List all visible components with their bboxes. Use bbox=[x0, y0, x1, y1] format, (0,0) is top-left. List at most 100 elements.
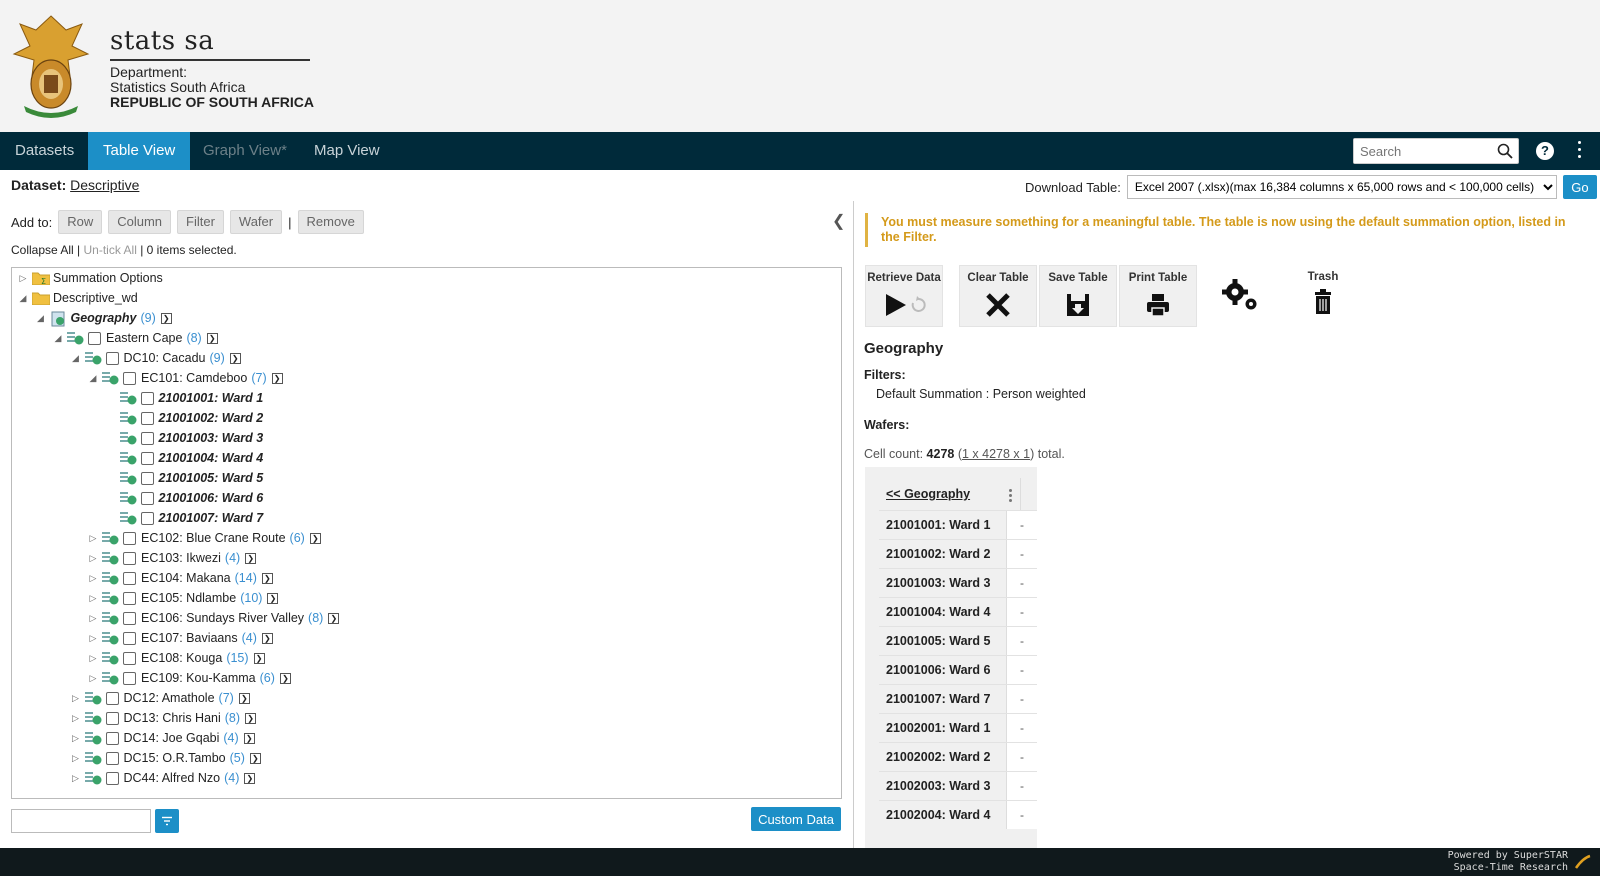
collapse-all-link[interactable]: Collapse All bbox=[11, 243, 74, 257]
add-column-button[interactable]: Column bbox=[108, 210, 172, 234]
help-icon[interactable]: ? bbox=[1536, 142, 1554, 160]
row-header-label[interactable]: << Geography bbox=[879, 487, 970, 501]
row-label[interactable]: 21002004: Ward 4 bbox=[879, 801, 1007, 829]
tree-node[interactable]: ▷ DC15: O.R.Tambo (5) ❯ bbox=[70, 748, 261, 768]
row-label[interactable]: 21001001: Ward 1 bbox=[879, 511, 1007, 539]
cell-count-dims[interactable]: 1 x 4278 x 1 bbox=[962, 447, 1030, 461]
settings-gears-icon[interactable] bbox=[1220, 277, 1262, 316]
expand-triangle-icon[interactable]: ▷ bbox=[87, 673, 99, 684]
collapse-triangle-icon[interactable]: ◢ bbox=[87, 373, 99, 384]
expand-triangle-icon[interactable]: ▷ bbox=[70, 713, 82, 724]
tree-checkbox[interactable] bbox=[123, 571, 136, 585]
row-label[interactable]: 21002002: Ward 2 bbox=[879, 743, 1007, 771]
expand-triangle-icon[interactable]: ▷ bbox=[70, 753, 82, 764]
search-input[interactable] bbox=[1354, 139, 1484, 163]
expand-details-icon[interactable]: ❯ bbox=[328, 612, 340, 624]
expand-details-icon[interactable]: ❯ bbox=[267, 592, 279, 604]
tree-node[interactable]: 21001006: Ward 6 bbox=[105, 488, 263, 508]
expand-triangle-icon[interactable]: ▷ bbox=[87, 613, 99, 624]
tree-node[interactable]: ▷ EC107: Baviaans (4) ❯ bbox=[87, 628, 273, 648]
tree-checkbox[interactable] bbox=[140, 451, 154, 465]
expand-details-icon[interactable]: ❯ bbox=[249, 752, 261, 764]
tab-table-view[interactable]: Table View bbox=[88, 132, 191, 170]
retrieve-data-button[interactable]: Retrieve Data bbox=[865, 265, 943, 327]
tree-checkbox[interactable] bbox=[123, 371, 136, 385]
tree-node[interactable]: ▷ EC109: Kou-Kamma (6) ❯ bbox=[87, 668, 291, 688]
tree-checkbox[interactable] bbox=[140, 391, 154, 405]
clear-table-button[interactable]: Clear Table bbox=[959, 265, 1037, 327]
remove-button[interactable]: Remove bbox=[297, 210, 364, 234]
add-filter-button[interactable]: Filter bbox=[177, 210, 224, 234]
tree-node[interactable]: 21001005: Ward 5 bbox=[105, 468, 263, 488]
tree-filter-input[interactable] bbox=[11, 809, 151, 833]
tree-node[interactable]: ▷ EC104: Makana (14) ❯ bbox=[87, 568, 273, 588]
tree-checkbox[interactable] bbox=[123, 631, 136, 645]
download-format-select[interactable]: Excel 2007 (.xlsx)(max 16,384 columns x … bbox=[1126, 175, 1557, 199]
add-row-button[interactable]: Row bbox=[58, 210, 103, 234]
expand-triangle-icon[interactable]: ▷ bbox=[87, 553, 99, 564]
tree-node[interactable]: 21001003: Ward 3 bbox=[105, 428, 263, 448]
collapse-triangle-icon[interactable]: ◢ bbox=[17, 293, 29, 304]
go-button[interactable]: Go bbox=[1562, 175, 1597, 199]
filter-icon[interactable] bbox=[155, 809, 179, 833]
row-label[interactable]: 21001004: Ward 4 bbox=[879, 598, 1007, 626]
tree-node[interactable]: ▷ Σ Summation Options bbox=[17, 268, 163, 288]
dataset-name-link[interactable]: Descriptive bbox=[70, 177, 139, 193]
expand-triangle-icon[interactable]: ▷ bbox=[70, 693, 82, 704]
collapse-triangle-icon[interactable]: ◢ bbox=[52, 333, 64, 344]
tree-checkbox[interactable] bbox=[123, 671, 136, 685]
tree-node[interactable]: ▷ DC44: Alfred Nzo (4) ❯ bbox=[70, 768, 256, 788]
save-table-button[interactable]: Save Table bbox=[1039, 265, 1117, 327]
tree-checkbox[interactable] bbox=[123, 651, 136, 665]
custom-data-button[interactable]: Custom Data bbox=[751, 807, 841, 831]
tree-node[interactable]: ◢ DC10: Cacadu (9) ❯ bbox=[70, 348, 241, 368]
collapse-triangle-icon[interactable]: ◢ bbox=[35, 313, 47, 324]
tree-node[interactable]: ▷ EC102: Blue Crane Route (6) ❯ bbox=[87, 528, 321, 548]
expand-triangle-icon[interactable]: ▷ bbox=[87, 533, 99, 544]
expand-details-icon[interactable]: ❯ bbox=[261, 572, 273, 584]
tab-map-view[interactable]: Map View bbox=[299, 132, 395, 170]
tab-datasets[interactable]: Datasets bbox=[0, 132, 89, 170]
expand-details-icon[interactable]: ❯ bbox=[245, 712, 257, 724]
tree-node[interactable]: ▷ EC105: Ndlambe (10) ❯ bbox=[87, 588, 279, 608]
expand-triangle-icon[interactable]: ▷ bbox=[70, 773, 82, 784]
expand-triangle-icon[interactable]: ▷ bbox=[87, 633, 99, 644]
tree-checkbox[interactable] bbox=[140, 431, 154, 445]
expand-details-icon[interactable]: ❯ bbox=[229, 352, 241, 364]
tree-node[interactable]: 21001002: Ward 2 bbox=[105, 408, 263, 428]
tree-checkbox[interactable] bbox=[123, 611, 136, 625]
tree-node[interactable]: ▷ DC14: Joe Gqabi (4) ❯ bbox=[70, 728, 255, 748]
expand-details-icon[interactable]: ❯ bbox=[243, 732, 255, 744]
tree-checkbox[interactable] bbox=[123, 531, 136, 545]
row-label[interactable]: 21001006: Ward 6 bbox=[879, 656, 1007, 684]
tree-checkbox[interactable] bbox=[140, 471, 154, 485]
expand-details-icon[interactable]: ❯ bbox=[206, 332, 218, 344]
expand-details-icon[interactable]: ❯ bbox=[253, 652, 265, 664]
tree-node[interactable]: 21001007: Ward 7 bbox=[105, 508, 263, 528]
row-label[interactable]: 21001007: Ward 7 bbox=[879, 685, 1007, 713]
print-table-button[interactable]: Print Table bbox=[1119, 265, 1197, 327]
untick-all-link[interactable]: Un-tick All bbox=[84, 243, 137, 257]
row-label[interactable]: 21001002: Ward 2 bbox=[879, 540, 1007, 568]
row-header-geography[interactable]: << Geography bbox=[879, 478, 1021, 510]
tree-node[interactable]: ▷ EC106: Sundays River Valley (8) ❯ bbox=[87, 608, 340, 628]
tree-checkbox[interactable] bbox=[105, 711, 119, 725]
row-label[interactable]: 21001003: Ward 3 bbox=[879, 569, 1007, 597]
expand-details-icon[interactable]: ❯ bbox=[160, 312, 172, 324]
tree-node[interactable]: ◢ EC101: Camdeboo (7) ❯ bbox=[87, 368, 283, 388]
tree-checkbox[interactable] bbox=[140, 411, 154, 425]
tree-node[interactable]: ◢ Descriptive_wd bbox=[17, 288, 138, 308]
search-icon[interactable] bbox=[1497, 143, 1513, 159]
expand-details-icon[interactable]: ❯ bbox=[245, 552, 257, 564]
tree-checkbox[interactable] bbox=[123, 551, 136, 565]
tree-node[interactable]: ▷ EC103: Ikwezi (4) ❯ bbox=[87, 548, 257, 568]
tree-checkbox[interactable] bbox=[105, 751, 119, 765]
expand-triangle-icon[interactable]: ▷ bbox=[17, 273, 29, 284]
tree-checkbox[interactable] bbox=[105, 351, 119, 365]
expand-details-icon[interactable]: ❯ bbox=[279, 672, 291, 684]
tree-node[interactable]: 21001004: Ward 4 bbox=[105, 448, 263, 468]
expand-details-icon[interactable]: ❯ bbox=[261, 632, 273, 644]
tree-checkbox[interactable] bbox=[105, 691, 119, 705]
tab-graph-view[interactable]: Graph View* bbox=[188, 132, 302, 170]
expand-details-icon[interactable]: ❯ bbox=[238, 692, 250, 704]
